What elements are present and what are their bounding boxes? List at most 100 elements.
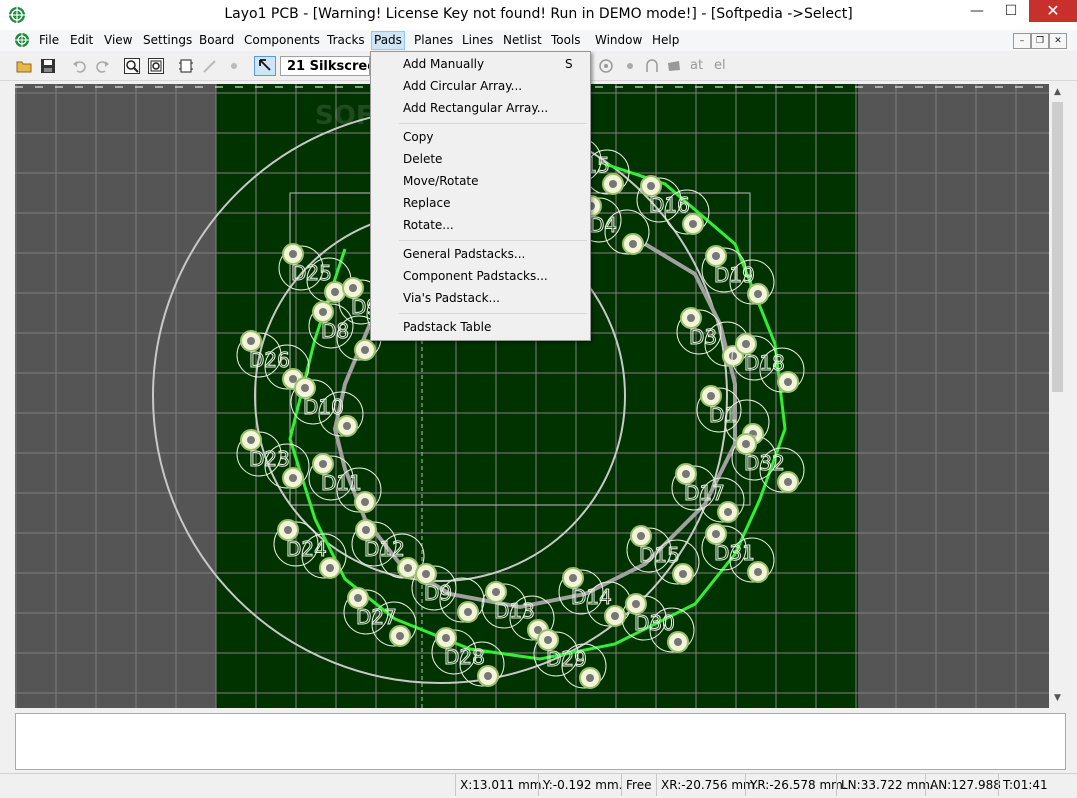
pad-hole [742,440,750,448]
menu-item-add-manually[interactable]: Add Manually [403,57,484,71]
menu-item-vias-padstack[interactable]: Via's Padstack... [403,291,500,305]
component-label: D1 [709,403,737,427]
scroll-thumb[interactable] [1052,102,1063,392]
component-icon[interactable] [178,58,194,74]
menu-separator [399,313,587,314]
output-panel[interactable] [15,713,1066,770]
menu-item-copy[interactable]: Copy [403,130,433,144]
pad-hole [247,337,255,345]
menu-file[interactable]: File [37,33,61,47]
component-label: D10 [303,395,344,419]
pad-hole [247,436,255,444]
pad-hole [687,314,695,322]
menu-lines[interactable]: Lines [460,33,495,47]
menu-item-rotate[interactable]: Rotate... [403,218,454,232]
component-label: D8 [321,319,349,343]
component-label: D9 [424,581,452,605]
close-button[interactable]: ✕ [1029,0,1077,22]
title-bar: Layo1 PCB - [Warning! License Key not fo… [0,0,1077,31]
menu-separator [399,123,587,124]
pad-hole [544,636,552,644]
menu-item-add-rectangular-array[interactable]: Add Rectangular Array... [403,101,548,115]
menu-item-replace[interactable]: Replace [403,196,450,210]
pad-hole [289,474,297,482]
component-label: D3 [689,325,717,349]
menu-view[interactable]: View [102,33,134,47]
arc-icon[interactable] [644,58,660,74]
text-tool-el[interactable]: el [714,58,726,73]
pad-hole [361,346,369,354]
zoom-icon[interactable] [124,58,140,74]
menu-help[interactable]: Help [650,33,681,47]
vertical-scrollbar[interactable]: ▲ ▼ [1049,84,1066,708]
component-label: D17 [684,481,725,505]
select-arrow-icon[interactable] [254,56,276,76]
pad-hole [362,526,370,534]
text-tool-at[interactable]: at [690,58,703,73]
pad-icon[interactable] [598,58,614,74]
menu-item-move-rotate[interactable]: Move/Rotate [403,174,479,188]
mdi-close-button[interactable]: ✕ [1049,33,1067,49]
menu-tracks[interactable]: Tracks [325,33,367,47]
pad-hole [464,608,472,616]
menu-settings[interactable]: Settings [141,33,194,47]
menu-item-add-circular-array[interactable]: Add Circular Array... [403,79,522,93]
pad-hole [647,182,655,190]
status-yr: YR:-26.578 mm. [745,774,847,796]
component-label: D15 [639,543,680,567]
dot-icon[interactable] [622,58,638,74]
status-bar: X:13.011 mm. Y:-0.192 mm. Free XR:-20.75… [0,773,1077,798]
pad-hole [611,612,619,620]
menu-tools[interactable]: Tools [549,33,583,47]
document-icon[interactable] [14,32,30,48]
menu-components[interactable]: Components [242,33,322,47]
pad-hole [784,478,792,486]
minimize-button[interactable]: — [960,0,994,22]
menu-window[interactable]: Window [593,33,644,47]
polygon-icon[interactable] [666,58,682,74]
pad-hole [586,674,594,682]
undo-icon[interactable] [72,58,88,74]
via-icon[interactable] [226,58,242,74]
pad-hole [754,290,762,298]
open-folder-icon[interactable] [16,58,32,74]
menu-pads[interactable]: Pads [371,31,405,50]
pad-hole [343,422,351,430]
component-label: D27 [356,605,397,629]
pad-hole [609,180,617,188]
status-x: X:13.011 mm. [455,774,545,796]
zoom-fit-icon[interactable] [148,58,164,74]
menu-netlist[interactable]: Netlist [501,33,544,47]
menu-item-delete[interactable]: Delete [403,152,442,166]
component-label: D32 [744,451,785,475]
pad-hole [784,378,792,386]
layer-select[interactable]: 21 Silkscreen Top [280,56,370,76]
menu-planes[interactable]: Planes [412,33,455,47]
component-label: D31 [714,541,755,565]
pad-hole [442,634,450,642]
pad-hole [422,570,430,578]
pad-hole [396,632,404,640]
component-label: D23 [249,447,290,471]
scroll-down-icon[interactable]: ▼ [1049,690,1066,706]
pencil-icon[interactable] [202,58,218,74]
pad-hole [629,240,637,248]
menu-edit[interactable]: Edit [68,33,95,47]
menu-item-component-padstacks[interactable]: Component Padstacks... [403,269,548,283]
pad-hole [682,470,690,478]
menu-item-general-padstacks[interactable]: General Padstacks... [403,247,525,261]
mdi-restore-button[interactable]: ❐ [1031,33,1049,49]
save-icon[interactable] [40,58,56,74]
scroll-up-icon[interactable]: ▲ [1049,84,1066,100]
pad-hole [404,564,412,572]
redo-icon[interactable] [94,58,110,74]
component-label: D24 [286,537,327,561]
pad-hole [712,530,720,538]
menu-item-padstack-table[interactable]: Padstack Table [403,320,491,334]
maximize-button[interactable]: ☐ [994,0,1028,22]
menu-board[interactable]: Board [197,33,236,47]
pad-hole [319,460,327,468]
mdi-minimize-button[interactable]: – [1013,33,1031,49]
component-label: D25 [291,261,332,285]
shortcut-add-manually: S [565,57,573,71]
